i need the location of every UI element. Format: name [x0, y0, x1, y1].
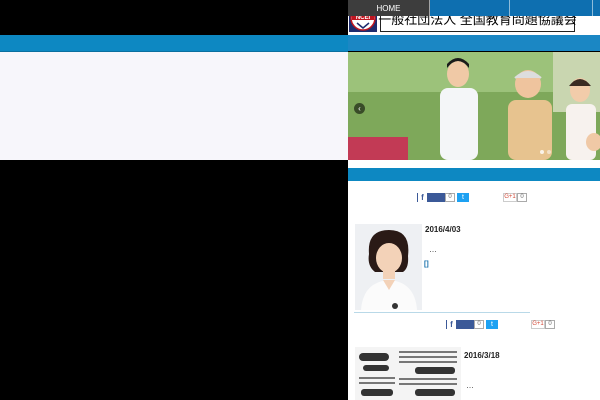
facebook-share-count: 0 [474, 320, 484, 329]
read-more-link[interactable]: [] [424, 261, 429, 268]
main-nav [348, 35, 600, 51]
facebook-share-button[interactable]: f [417, 193, 445, 202]
portrait-photo [355, 224, 422, 310]
twitter-icon: t [491, 321, 493, 328]
post-excerpt: … [429, 245, 437, 254]
post-date: 2016/3/18 [464, 351, 500, 360]
content-section-bar [348, 168, 600, 181]
post-date: 2016/4/03 [425, 225, 461, 234]
facebook-icon: f [418, 193, 427, 202]
chevron-left-icon: ‹ [358, 104, 361, 113]
post-divider [354, 312, 530, 313]
gplus-button[interactable]: G+1 [531, 320, 545, 329]
twitter-share-button[interactable]: t [457, 193, 469, 202]
gplus-count: 0 [517, 193, 527, 202]
facebook-share-button[interactable]: f [446, 320, 474, 329]
gplus-count: 0 [545, 320, 555, 329]
left-blank-panel [0, 52, 348, 160]
nav-item-3[interactable] [510, 0, 593, 16]
post-thumbnail[interactable] [355, 224, 422, 310]
document-scan-image [355, 347, 461, 400]
nav-item-home[interactable]: HOME [348, 0, 430, 16]
post-excerpt: … [466, 381, 474, 390]
slider-prev-button[interactable]: ‹ [354, 103, 365, 114]
nav-item-4[interactable] [593, 0, 600, 16]
family-photo [348, 52, 600, 160]
gplus-button[interactable]: G+1 [503, 193, 517, 202]
slider-dot[interactable] [547, 150, 551, 154]
post-thumbnail[interactable] [355, 347, 461, 400]
facebook-icon: f [447, 320, 456, 329]
facebook-share-count: 0 [445, 193, 455, 202]
left-accent-bar [0, 35, 348, 52]
hero-slider[interactable] [348, 52, 600, 160]
twitter-icon: t [462, 194, 464, 201]
twitter-share-button[interactable]: t [486, 320, 498, 329]
slider-dot[interactable] [540, 150, 544, 154]
nav-item-2[interactable] [430, 0, 510, 16]
